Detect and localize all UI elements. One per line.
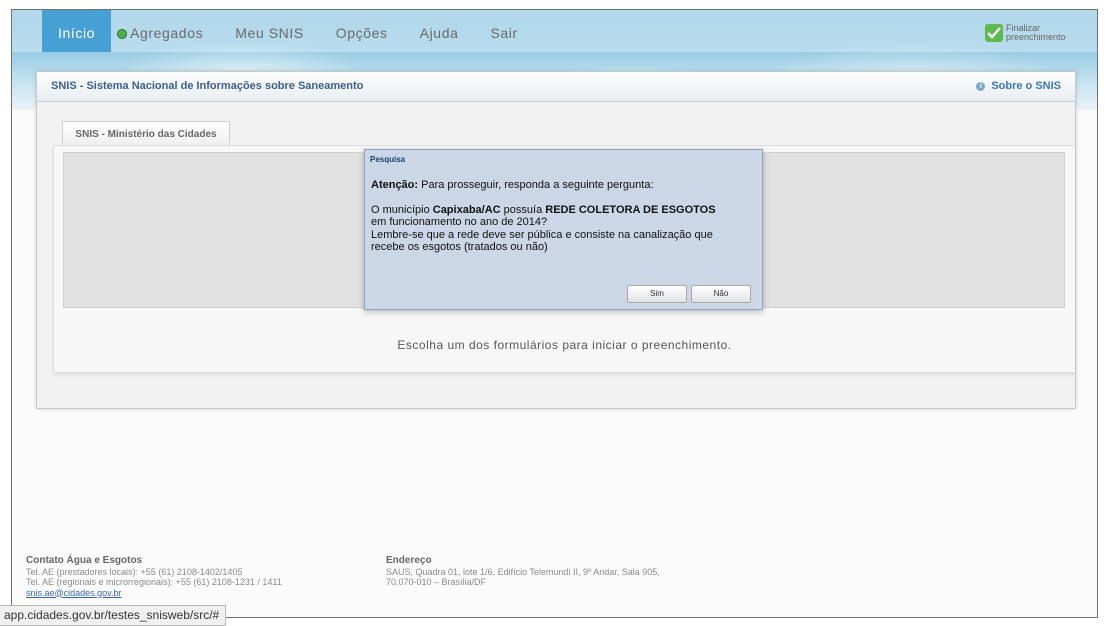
- nav-item-agregados-label: Agregados: [130, 25, 204, 41]
- finalizar-preenchimento-button[interactable]: Finalizar preenchimento: [985, 22, 1076, 44]
- nav-item-sair[interactable]: Sair: [474, 10, 533, 52]
- sim-button[interactable]: Sim: [627, 285, 687, 303]
- finalizar-line2: preenchimento: [1006, 32, 1066, 42]
- contact-email-link[interactable]: snis.ae@cidades.gov.br: [26, 588, 282, 599]
- browser-status-bar: app.cidades.gov.br/testes_snisweb/src/#: [0, 605, 227, 626]
- main-nav: Início Agregados Meu SNIS Opções Ajuda S…: [42, 10, 534, 52]
- attention-label: Atenção:: [371, 179, 419, 191]
- footer-contato: Contato Água e Esgotos Tel. AE (prestado…: [26, 555, 282, 599]
- footer-endereco: Endereço SAUS, Quadra 01, lote 1/6, Edif…: [386, 555, 660, 588]
- nav-item-opcoes[interactable]: Opções: [320, 10, 404, 52]
- info-icon: i: [976, 81, 986, 91]
- footer-contato-line1: Tel. AE (prestadores locais): +55 (61) 2…: [26, 566, 243, 577]
- footer-contato-title: Contato Água e Esgotos: [26, 555, 143, 566]
- sobre-snis-label: Sobre o SNIS: [991, 80, 1061, 92]
- pesquisa-dialog: Pesquisa Atenção: Para prosseguir, respo…: [364, 149, 763, 310]
- nav-item-inicio[interactable]: Início: [42, 10, 112, 52]
- browser-viewport: Início Agregados Meu SNIS Opções Ajuda S…: [11, 9, 1098, 618]
- nav-item-ajuda[interactable]: Ajuda: [404, 10, 475, 52]
- page-title: SNIS - Sistema Nacional de Informações s…: [51, 80, 364, 92]
- attention-line: Atenção: Para prosseguir, responda a seg…: [371, 179, 757, 192]
- finalizar-label: Finalizar preenchimento: [1006, 24, 1076, 42]
- dialog-title: Pesquisa: [370, 155, 406, 164]
- choose-form-message: Escolha um dos formulários para iniciar …: [397, 338, 732, 352]
- footer-endereco-title: Endereço: [386, 555, 432, 566]
- attention-text: Para prosseguir, responda a seguinte per…: [418, 179, 654, 191]
- question-line4: recebe os esgotos (tratados ou não): [371, 241, 548, 253]
- question-municipio: Capixaba/AC: [432, 203, 501, 216]
- question-mid: possuía: [500, 203, 546, 216]
- checkmark-icon: [985, 24, 1003, 42]
- question-prefix: O município: [371, 203, 433, 216]
- status-dot-icon: [117, 29, 128, 39]
- sobre-snis-link[interactable]: i Sobre o SNIS: [976, 80, 1061, 92]
- question-line2: em funcionamento no ano de 2014?: [371, 216, 548, 228]
- dialog-body: Atenção: Para prosseguir, responda a seg…: [371, 179, 757, 254]
- footer-endereco-line2: 70.070-010 – Brasília/DF: [386, 577, 487, 587]
- question-line1: O município Capixaba/AC possuía REDE COL…: [371, 204, 757, 217]
- nav-item-meu-snis[interactable]: Meu SNIS: [219, 10, 320, 52]
- panel-header: SNIS - Sistema Nacional de Informações s…: [37, 72, 1075, 102]
- question-rede: REDE COLETORA DE ESGOTOS: [545, 203, 716, 216]
- question-line3: Lembre-se que a rede deve ser pública e …: [371, 228, 713, 241]
- footer-endereco-line1: SAUS, Quadra 01, lote 1/6, Edifício Tele…: [386, 566, 660, 577]
- tab-ministerio-cidades[interactable]: SNIS - Ministério das Cidades: [62, 121, 230, 146]
- nao-button[interactable]: Não: [691, 285, 751, 303]
- nav-item-agregados[interactable]: Agregados: [111, 10, 219, 52]
- footer-contato-line2: Tel. AE (regionais e microrregionais): +…: [26, 577, 282, 587]
